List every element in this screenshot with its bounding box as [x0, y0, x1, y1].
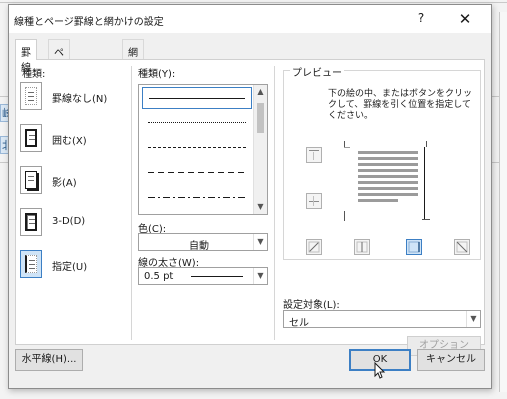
preview-group: プレビュー 下の絵の中、またはボタンをクリックして、罫線を引く位置を指定してくだ…: [283, 64, 481, 260]
line-style-dashed[interactable]: [142, 162, 252, 184]
inside-horizontal-border-button[interactable]: [306, 193, 322, 209]
help-button[interactable]: ?: [414, 11, 428, 27]
column-divider: [274, 66, 275, 340]
custom-border-icon: [20, 250, 42, 278]
setting-option-label: 罫線なし(N): [52, 94, 108, 105]
diagonal-down-border-icon: [308, 241, 320, 253]
apply-to-label: 設定対象(L):: [283, 300, 340, 311]
scroll-down-icon[interactable]: ▼: [254, 200, 267, 214]
chevron-down-icon: ▼: [466, 311, 480, 327]
line-style-solid[interactable]: [142, 87, 252, 109]
setting-none[interactable]: 罫線なし(N): [20, 82, 128, 112]
color-dropdown[interactable]: 自動 ▼: [138, 233, 268, 252]
preview-legend: プレビュー: [290, 64, 344, 79]
shadow-border-icon: [20, 166, 42, 194]
borders-tab-panel: 種類: 罫線なし(N) 囲む(X) 影(A) 3-D(D) 指定(U) 種類(Y…: [15, 59, 485, 369]
right-border-button[interactable]: [406, 239, 422, 255]
scroll-up-icon[interactable]: ▲: [254, 85, 267, 99]
no-border-icon: [20, 82, 42, 110]
dialog-title: 線種とページ罫線と網かけの設定: [14, 17, 164, 28]
close-button[interactable]: ✕: [456, 10, 474, 28]
line-style-dash-dot[interactable]: [142, 187, 252, 209]
style-list-scrollbar[interactable]: ▲ ▼: [253, 85, 267, 214]
apply-to-dropdown[interactable]: セル ▼: [283, 310, 481, 329]
ruler-line: [0, 2, 507, 3]
box-border-icon: [20, 124, 42, 152]
setting-option-label: 3-D(D): [52, 216, 86, 227]
setting-3d[interactable]: 3-D(D): [20, 208, 128, 238]
borders-and-shading-dialog: 線種とページ罫線と網かけの設定 ? ✕ 罫線 ページ罫線 網かけ 種類: 罫線な…: [8, 4, 492, 389]
line-style-dotted[interactable]: [142, 112, 252, 134]
left-border-button[interactable]: [354, 239, 370, 255]
width-value: 0.5 pt: [144, 271, 174, 282]
setting-option-label: 影(A): [52, 178, 77, 189]
inside-vertical-border-icon: [356, 241, 368, 253]
preview-instructions: 下の絵の中、またはボタンをクリックして、罫線を引く位置を指定してください。: [328, 89, 473, 121]
chevron-down-icon: ▼: [253, 268, 267, 284]
right-border-icon: [408, 241, 420, 253]
setting-shadow[interactable]: 影(A): [20, 166, 128, 196]
width-sample-line: [191, 276, 243, 277]
apply-to-value: セル: [289, 318, 309, 329]
setting-option-label: 囲む(X): [52, 136, 87, 147]
setting-box[interactable]: 囲む(X): [20, 124, 128, 154]
diagonal-up-border-icon: [456, 241, 468, 253]
horizontal-line-button[interactable]: 水平線(H)...: [15, 349, 83, 371]
color-value: 自動: [189, 241, 209, 252]
cancel-button[interactable]: キャンセル: [417, 349, 485, 371]
scroll-thumb[interactable]: [257, 103, 264, 133]
top-border-button[interactable]: [306, 147, 322, 163]
column-divider: [131, 66, 132, 340]
diagonal-down-border-button[interactable]: [306, 239, 322, 255]
document-edge: [499, 12, 507, 392]
top-border-icon: [309, 150, 319, 151]
preview-area[interactable]: [344, 139, 436, 223]
mouse-cursor-icon: [374, 362, 386, 379]
tab-borders[interactable]: 罫線: [15, 39, 37, 74]
tab-shading[interactable]: 網かけ: [122, 39, 144, 89]
chevron-down-icon: ▼: [253, 234, 267, 250]
setting-custom[interactable]: 指定(U): [20, 250, 128, 280]
width-dropdown[interactable]: 0.5 pt ▼: [138, 267, 268, 285]
style-label: 種類(Y):: [138, 69, 176, 80]
inside-horizontal-border-icon: [309, 201, 319, 202]
diagonal-up-border-button[interactable]: [454, 239, 470, 255]
tab-label: 罫線: [21, 48, 31, 74]
title-bar: 線種とページ罫線と網かけの設定 ? ✕: [9, 5, 491, 33]
setting-option-label: 指定(U): [52, 262, 88, 273]
tab-page-border[interactable]: ページ罫線: [48, 39, 70, 119]
line-style-list[interactable]: ▲ ▼: [138, 84, 268, 215]
line-style-dashed-fine[interactable]: [142, 137, 252, 159]
3d-border-icon: [20, 208, 42, 236]
